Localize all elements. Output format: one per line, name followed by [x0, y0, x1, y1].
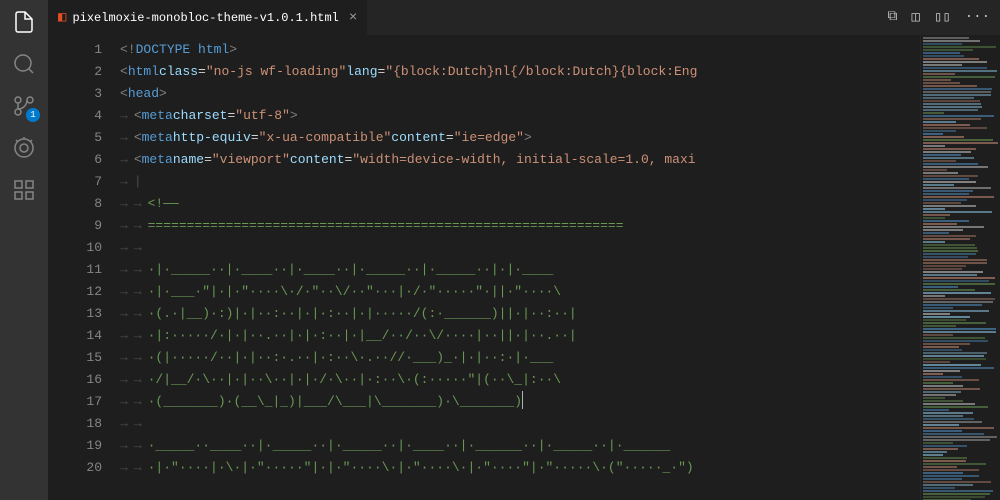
split-editor-right-icon[interactable]: ◫ — [911, 9, 919, 26]
editor-main: ◧ pixelmoxie-monobloc-theme-v1.0.1.html … — [48, 0, 1000, 500]
activity-bar: 1 — [0, 0, 48, 500]
scm-badge: 1 — [26, 108, 40, 122]
line-number-gutter: 1234567891011121314151617181920 — [48, 35, 120, 500]
minimap[interactable] — [920, 35, 1000, 500]
html5-icon: ◧ — [58, 9, 66, 26]
code-editor[interactable]: 1234567891011121314151617181920 <!DOCTYP… — [48, 35, 920, 500]
tab-filename: pixelmoxie-monobloc-theme-v1.0.1.html — [72, 11, 338, 25]
extensions-icon[interactable] — [12, 178, 36, 202]
close-icon[interactable]: × — [349, 10, 357, 26]
split-editor-icon[interactable]: ▯▯ — [934, 9, 951, 26]
search-icon[interactable] — [12, 52, 36, 76]
compare-changes-icon[interactable]: ⧉ — [887, 9, 897, 26]
source-control-icon[interactable]: 1 — [12, 94, 36, 118]
tab-bar: ◧ pixelmoxie-monobloc-theme-v1.0.1.html … — [48, 0, 1000, 35]
more-actions-icon[interactable]: ··· — [965, 9, 990, 26]
code-content[interactable]: <!DOCTYPE html><html class="no-js wf-loa… — [120, 35, 920, 500]
debug-icon[interactable] — [12, 136, 36, 160]
editor-actions: ⧉ ◫ ▯▯ ··· — [887, 9, 1000, 26]
explorer-icon[interactable] — [12, 10, 36, 34]
tab-active[interactable]: ◧ pixelmoxie-monobloc-theme-v1.0.1.html … — [48, 0, 367, 35]
